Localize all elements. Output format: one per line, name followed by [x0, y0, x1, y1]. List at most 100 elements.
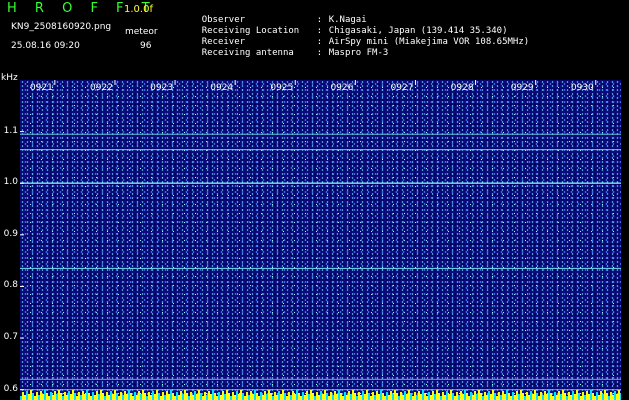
bottom-intensity-bar	[378, 394, 380, 400]
bottom-intensity-bar	[434, 394, 436, 400]
bottom-intensity-bar	[206, 395, 208, 400]
bottom-intensity-bar	[574, 394, 576, 400]
bottom-intensity-bar	[64, 392, 66, 400]
bottom-intensity-bar	[120, 392, 122, 400]
bottom-intensity-bar	[146, 396, 148, 400]
bottom-intensity-bar	[380, 390, 382, 400]
bottom-intensity-bar	[408, 390, 410, 400]
bottom-intensity-bar	[296, 390, 298, 400]
bottom-intensity-bar	[110, 391, 112, 400]
bottom-intensity-bar	[258, 396, 260, 400]
bottom-intensity-bar	[208, 391, 210, 400]
bottom-intensity-bar	[282, 390, 284, 400]
bottom-intensity-bar	[200, 393, 202, 400]
bottom-intensity-bar	[84, 394, 86, 400]
bottom-intensity-bar	[614, 391, 616, 400]
bottom-intensity-bar	[62, 396, 64, 400]
bottom-intensity-bar	[476, 394, 478, 400]
bottom-intensity-bar	[286, 396, 288, 400]
hrofft-screen: H R O F F T 1.0.0f KN9_2508160920.png 25…	[0, 0, 629, 400]
bottom-intensity-bar	[484, 392, 486, 400]
bottom-intensity-bar	[372, 392, 374, 400]
bottom-intensity-bar	[618, 390, 620, 400]
bottom-intensity-bar	[22, 392, 24, 400]
bottom-intensity-bar	[328, 396, 330, 400]
bottom-intensity-bar	[308, 394, 310, 400]
bottom-intensity-bar	[148, 392, 150, 400]
bottom-intensity-bar	[514, 395, 516, 400]
bottom-intensity-bar	[508, 393, 510, 400]
bottom-intensity-bar	[546, 394, 548, 400]
bottom-intensity-bar	[348, 391, 350, 400]
bottom-intensity-bar	[600, 391, 602, 400]
y-tick-label: 1.1	[3, 125, 18, 136]
bottom-intensity-bar	[124, 391, 126, 400]
bottom-intensity-bar	[178, 395, 180, 400]
y-tick-label: 1.0	[3, 177, 18, 188]
bottom-intensity-bar	[552, 396, 554, 400]
bottom-intensity-bar	[470, 392, 472, 400]
bottom-intensity-bar	[92, 392, 94, 400]
bottom-intensity-bar	[126, 394, 128, 400]
bottom-intensity-bar	[238, 394, 240, 400]
bottom-intensity-bar	[30, 390, 32, 400]
bottom-intensity-bar	[602, 394, 604, 400]
bottom-intensity-bar	[220, 395, 222, 400]
bottom-intensity-bar	[480, 393, 482, 400]
bottom-intensity-bar	[354, 393, 356, 400]
bottom-intensity-bar	[276, 395, 278, 400]
bottom-intensity-bar	[396, 393, 398, 400]
bottom-intensity-bar	[580, 396, 582, 400]
bottom-intensity-bar	[80, 395, 82, 400]
bottom-intensity-bar	[456, 392, 458, 400]
bottom-intensity-bar	[198, 390, 200, 400]
bottom-intensity-bar	[56, 394, 58, 400]
bottom-intensity-bar	[36, 392, 38, 400]
bottom-intensity-bar	[90, 396, 92, 400]
bottom-intensity-bar	[440, 396, 442, 400]
bottom-intensity-bar	[278, 391, 280, 400]
bottom-intensity-bar	[352, 390, 354, 400]
bottom-intensity-bar	[54, 391, 56, 400]
waterfall-overlay: 0921 0922 0923 0924 0925 0926 0927 0928 0929 0930	[20, 80, 621, 400]
bottom-intensity-bar	[466, 393, 468, 400]
bottom-intensity-bar	[610, 392, 612, 400]
y-tick-label: 0.8	[3, 280, 18, 291]
bottom-intensity-bar	[242, 393, 244, 400]
x-tick-label: 0930	[571, 83, 594, 93]
bottom-intensity-bar	[104, 396, 106, 400]
bottom-intensity-bar	[170, 390, 172, 400]
bottom-intensity-bar	[318, 395, 320, 400]
bottom-intensity-bar	[402, 395, 404, 400]
bottom-intensity-bar	[94, 395, 96, 400]
meteor-count: 96	[140, 41, 152, 51]
bottom-intensity-bar	[190, 392, 192, 400]
bottom-intensity-bar	[428, 392, 430, 400]
x-tick-label: 0928	[451, 83, 474, 93]
bottom-intensity-bar	[172, 393, 174, 400]
bottom-intensity-bar	[346, 395, 348, 400]
x-tick-label: 0922	[90, 83, 113, 93]
bottom-intensity-bar	[576, 390, 578, 400]
bottom-intensity-bar	[544, 391, 546, 400]
bottom-intensity-bar	[34, 396, 36, 400]
bottom-intensity-bar	[426, 396, 428, 400]
bottom-intensity-bar	[366, 390, 368, 400]
bottom-intensity-bar	[40, 391, 42, 400]
bottom-intensity-bar	[132, 396, 134, 400]
bottom-intensity-bar	[350, 394, 352, 400]
bottom-intensity-bar	[24, 395, 26, 400]
bottom-intensity-bar	[166, 391, 168, 400]
bottom-intensity-bar	[280, 394, 282, 400]
bottom-intensity-bar	[482, 396, 484, 400]
bottom-intensity-bar	[48, 396, 50, 400]
bottom-intensity-bar	[494, 393, 496, 400]
bottom-intensity-bar	[504, 394, 506, 400]
bottom-intensity-bar	[130, 393, 132, 400]
bottom-intensity-bar	[518, 394, 520, 400]
bottom-intensity-bar	[288, 392, 290, 400]
bottom-intensity-bar	[356, 396, 358, 400]
bottom-intensity-bar	[416, 395, 418, 400]
bottom-intensity-bar	[392, 394, 394, 400]
bottom-intensity-bar	[606, 393, 608, 400]
